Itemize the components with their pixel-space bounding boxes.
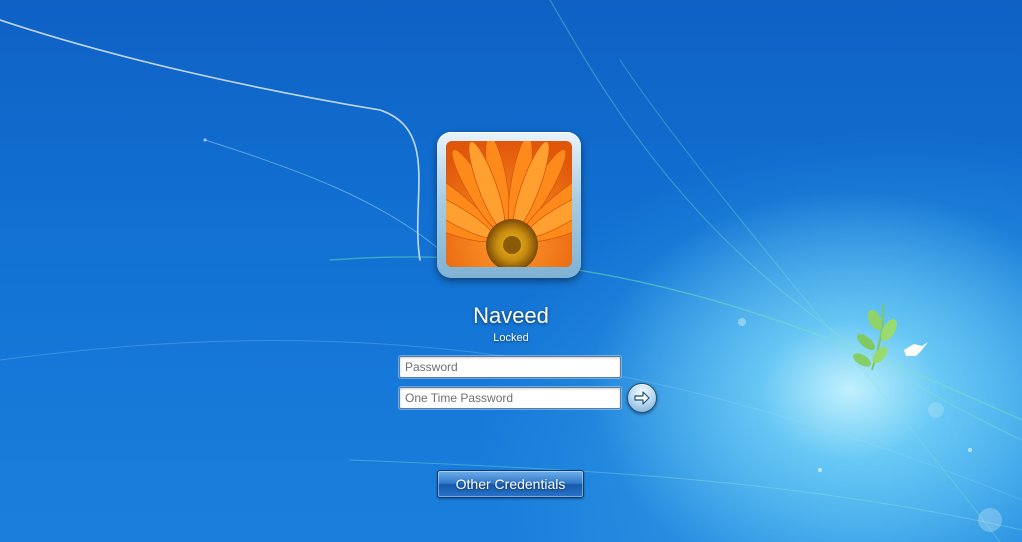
user-tile xyxy=(437,132,581,278)
wallpaper-light-streak xyxy=(204,139,441,251)
submit-button[interactable] xyxy=(627,383,657,413)
other-credentials-button[interactable]: Other Credentials xyxy=(437,470,584,498)
wallpaper-light-streak xyxy=(0,19,421,261)
user-avatar xyxy=(446,141,572,267)
bird-and-leaves-icon xyxy=(852,304,928,371)
one-time-password-field[interactable] xyxy=(399,387,621,409)
password-field[interactable] xyxy=(399,356,621,378)
user-name: Naveed xyxy=(473,303,549,328)
lock-status: Locked xyxy=(493,332,529,344)
wallpaper-light-streak xyxy=(619,59,1001,542)
arrow-right-icon xyxy=(634,391,650,405)
